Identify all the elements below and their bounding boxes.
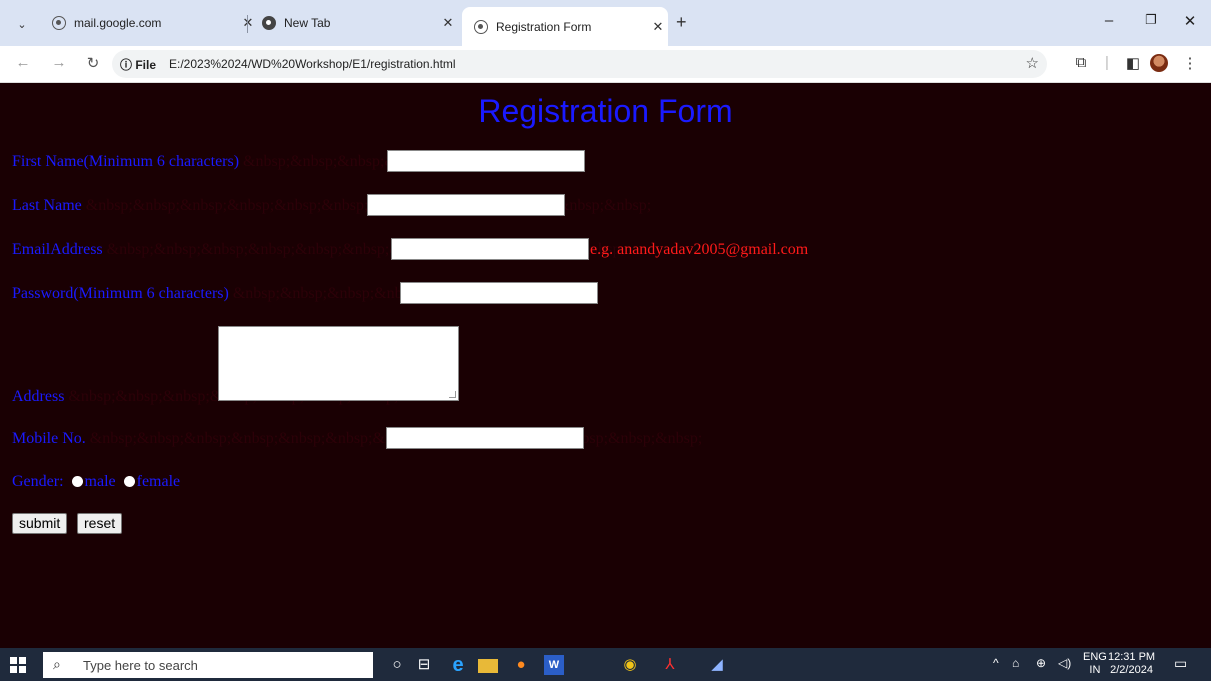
email-hint: e.g. anandyadav2005@gmail.com [590,241,809,258]
region-code: IN [1089,664,1101,676]
windows-start-icon[interactable] [10,657,26,673]
gender-female-radio[interactable] [123,476,135,487]
notifications-icon[interactable]: ▭ [1174,655,1187,672]
language-indicator[interactable]: ENG IN [1083,651,1107,677]
gender-row: Gender: male female [12,473,180,491]
word-icon[interactable]: W [544,655,564,675]
network-icon[interactable]: ⌂ [1012,656,1019,670]
language-globe-icon[interactable]: ⊕ [1036,656,1046,670]
extensions-icon[interactable]: ⧉ [1070,54,1092,71]
tab-gmail[interactable]: mail.google.com ✕ [40,7,258,39]
address-bar[interactable]: ⓘ File E:/2023%2024/WD%20Workshop/E1/reg… [112,50,1047,78]
email-label: EmailAddress [12,241,103,258]
clock-date: 2/2/2024 [1110,664,1153,676]
url-text[interactable]: E:/2023%2024/WD%20Workshop/E1/registrati… [169,57,456,71]
taskbar-search-box[interactable]: ⌕ Type here to search [43,652,373,678]
side-panel-icon[interactable]: ◧ [1122,54,1144,72]
show-hidden-icons-icon[interactable]: ^ [993,656,999,670]
tab-title: Registration Form [496,19,592,34]
tab-title: New Tab [284,16,331,30]
new-tab-button[interactable]: + [676,12,687,33]
tab-registration-form[interactable]: Registration Form ✕ [462,7,668,46]
globe-icon [474,19,488,34]
email-input[interactable] [391,238,589,260]
password-label: Password(Minimum 6 characters) [12,285,229,302]
language-code: ENG [1083,651,1107,663]
menu-kebab-icon[interactable]: ⋮ [1179,54,1201,72]
address-textarea[interactable] [218,326,459,401]
edge-icon[interactable]: e [448,655,468,675]
password-input[interactable] [400,282,598,304]
cortana-icon[interactable]: ○ [387,655,407,675]
close-tab-icon[interactable]: ✕ [648,19,668,35]
profile-avatar[interactable] [1150,54,1168,72]
reload-icon[interactable]: ↻ [82,54,104,72]
file-explorer-icon[interactable] [478,659,498,673]
first-name-row: First Name(Minimum 6 characters) &nbsp;&… [12,153,432,171]
gender-label: Gender: [12,473,64,490]
close-tab-icon[interactable]: ✕ [438,15,458,31]
bookmark-star-icon[interactable]: ☆ [1026,54,1039,72]
reset-button[interactable]: reset [77,513,123,534]
gender-male-label: male [84,473,116,490]
globe-icon [52,16,66,30]
tab-search-chevron-icon[interactable]: ⌄ [10,13,34,35]
first-name-label: First Name(Minimum 6 characters) [12,153,240,170]
tab-divider [247,15,248,33]
notes-app-icon[interactable]: ◢ [707,655,727,675]
restore-icon[interactable]: ❐ [1136,12,1166,28]
site-info-chip[interactable]: ⓘ File [120,56,156,73]
forward-icon[interactable]: → [48,54,70,71]
gender-male-radio[interactable] [71,476,83,487]
task-view-icon[interactable]: ⊟ [414,655,434,675]
last-name-input[interactable] [367,194,565,216]
clock-time: 12:31 PM [1108,651,1156,663]
page-title: Registration Form [478,93,733,129]
first-name-input[interactable] [387,150,585,172]
mobile-row: Mobile No. &nbsp;&nbsp;&nbsp;&nbsp;&nbsp… [12,430,702,448]
back-icon[interactable]: ← [12,54,34,71]
minimize-icon[interactable]: – [1094,12,1124,29]
chrome-taskbar-icon[interactable]: ◉ [620,655,640,675]
tab-new-tab[interactable]: New Tab ✕ [250,7,458,39]
volume-icon[interactable]: ◁) [1058,656,1071,670]
submit-button[interactable]: submit [12,513,68,534]
browser-tab-strip: ⌄ mail.google.com ✕ New Tab ✕ Registrati… [0,0,1211,46]
close-window-icon[interactable]: ✕ [1175,12,1205,30]
address-label: Address [12,388,65,405]
chrome-icon [262,16,276,30]
tab-title: mail.google.com [74,16,162,30]
acrobat-icon[interactable]: ⅄ [660,655,680,675]
page-content: Registration Form First Name(Minimum 6 c… [0,83,1211,648]
mobile-input[interactable] [386,427,584,449]
gender-female-label: female [136,473,181,490]
firefox-icon[interactable]: ● [511,655,531,675]
toolbar-divider: | [1105,54,1109,71]
search-icon: ⌕ [53,656,61,672]
browser-toolbar: ← → ↻ ⓘ File E:/2023%2024/WD%20Workshop/… [0,46,1211,83]
mobile-label: Mobile No. [12,430,86,447]
last-name-label: Last Name [12,197,82,214]
taskbar-clock[interactable]: 12:31 PM 2/2/2024 [1108,651,1155,677]
taskbar-search-placeholder: Type here to search [83,658,198,673]
windows-taskbar: ⌕ Type here to search ○ ⊟ e ● W ◉ ⅄ ◢ ^ … [0,648,1211,681]
